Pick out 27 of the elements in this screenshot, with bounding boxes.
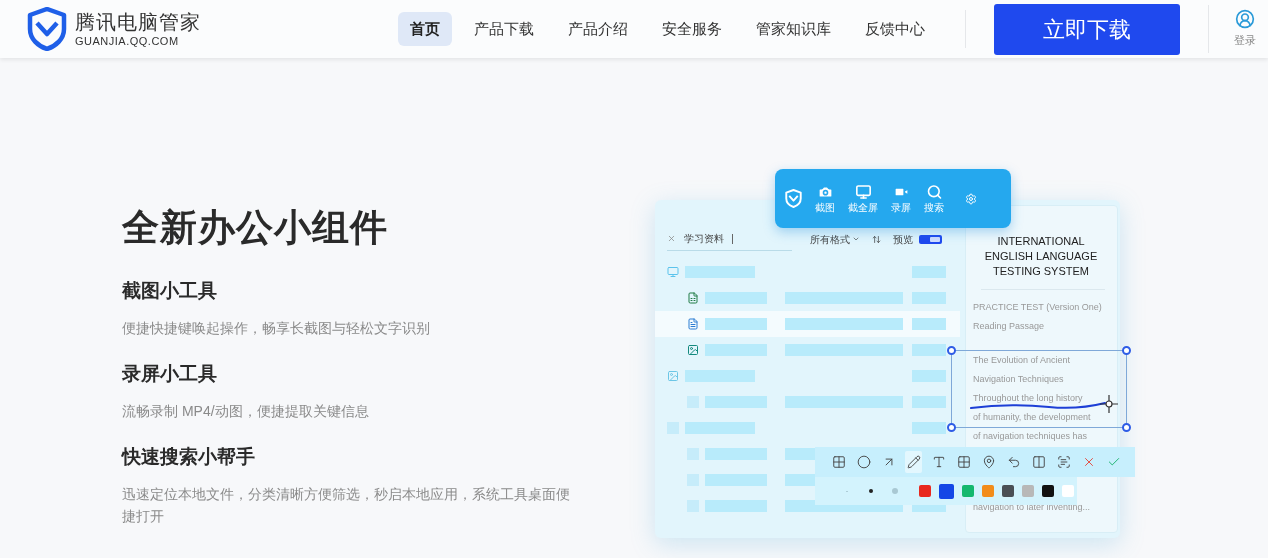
feature-description: 迅速定位本地文件，分类清晰方便筛选，秒启本地应用，系统工具桌面便捷打开 [122,485,571,526]
feature-description: 便捷快捷键唤起操作，畅享长截图与轻松文字识别 [122,319,431,338]
feature-title: 快速搜索小帮手 [122,445,256,469]
logo-domain: GUANJIA.QQ.COM [75,35,180,47]
nav-link[interactable]: 首页 [398,12,452,46]
document-subtitle: PRACTICE TEST (Version One) [973,301,1103,314]
document-line: Navigation Techniques [973,373,1065,386]
nav-link[interactable]: 产品介绍 [556,12,640,46]
document-line: of navigation techniques has [973,430,1089,443]
feature-title: 录屏小工具 [122,362,218,386]
feature-description: 流畅录制 MP4/动图，便捷提取关键信息 [122,402,370,421]
login-link[interactable]: 登录 [1234,32,1256,49]
preview-label: 预览 [893,232,913,247]
format-filter[interactable]: 所有格式 [810,231,860,247]
logo-name: 腾讯电脑管家 [75,11,201,32]
nav-link[interactable]: 产品下载 [462,12,546,46]
nav-link[interactable]: 安全服务 [650,12,734,46]
hero-title: 全新办公小组件 [122,206,389,250]
document-line: Throughout the long history [973,392,1084,405]
feature-title: 截图小工具 [122,279,218,303]
nav-link[interactable]: 管家知识库 [744,12,843,46]
document-line: The Evolution of Ancient [973,354,1072,367]
document-subtitle: Reading Passage [973,320,1046,333]
document-line: of humanity, the development [973,411,1092,424]
download-button[interactable]: 立即下载 [994,3,1180,55]
nav-link[interactable]: 反馈中心 [853,12,937,46]
document-title: INTERNATIONAL ENGLISH LANGUAGE TESTING SYSTEM [983,234,1099,279]
